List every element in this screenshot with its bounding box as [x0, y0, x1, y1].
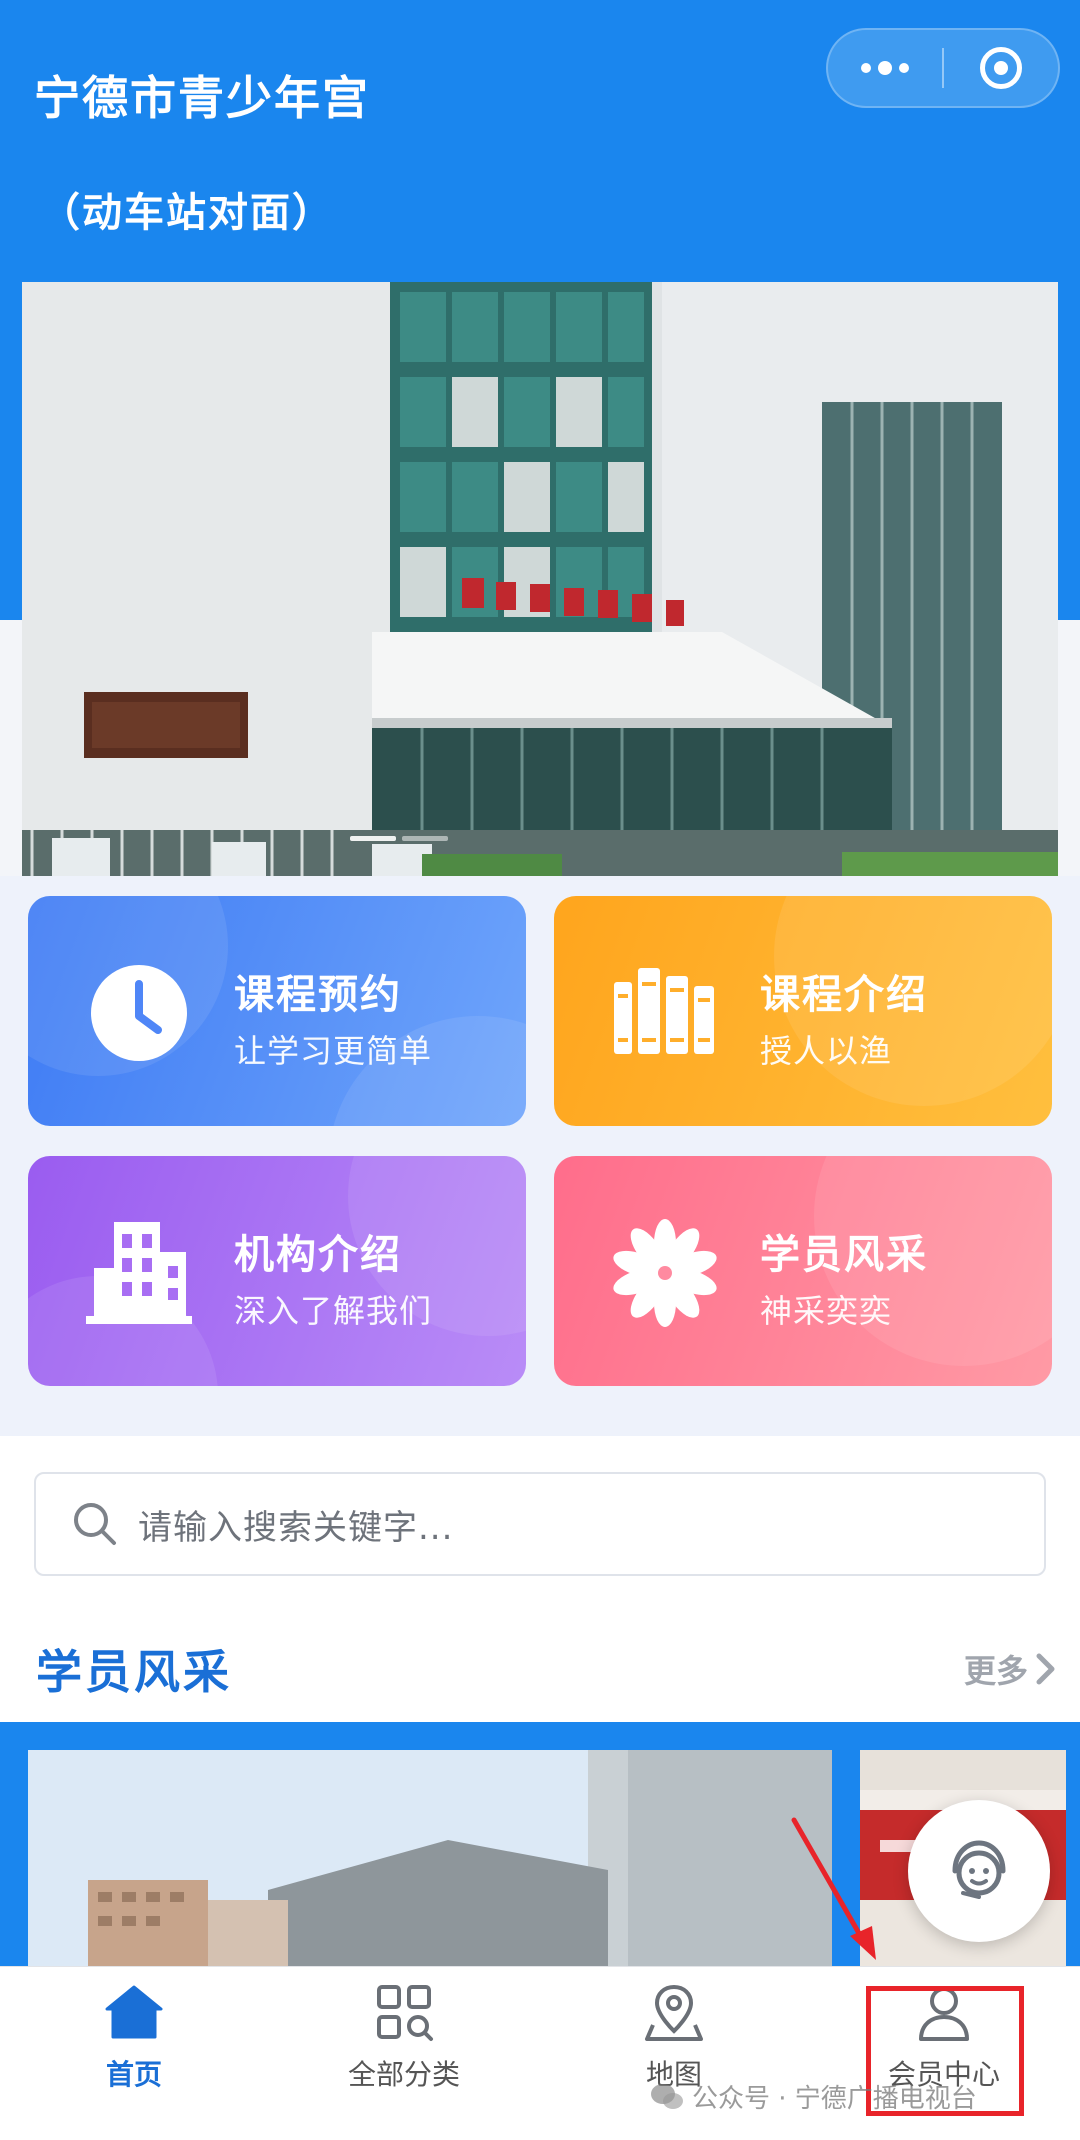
- customer-service-button[interactable]: [908, 1800, 1050, 1942]
- watermark: 公众号 · 宁德广播电视台: [650, 2078, 977, 2115]
- showcase-building-photo: [28, 1750, 832, 1970]
- card-title: 机构介绍: [234, 1232, 402, 1278]
- card-title: 课程介绍: [760, 972, 928, 1018]
- target-close-icon: [980, 47, 1022, 89]
- building-icon: [86, 1222, 192, 1324]
- page-title: 宁德市青少年宫: [34, 71, 370, 125]
- card-subtitle: 让学习更简单: [234, 1032, 433, 1070]
- banner-image[interactable]: [22, 282, 1058, 876]
- annotation-arrow: [791, 1817, 876, 1960]
- card-title: 课程预约: [234, 972, 402, 1018]
- chevron-right-icon: [1036, 1653, 1055, 1685]
- search-icon: [74, 1503, 116, 1545]
- more-button[interactable]: [828, 30, 942, 106]
- institution-intro-card[interactable]: 机构介绍 深入了解我们: [28, 1156, 526, 1386]
- card-subtitle: 深入了解我们: [234, 1292, 433, 1330]
- card-subtitle: 神采奕奕: [760, 1292, 893, 1330]
- more-label: 更多: [963, 1652, 1028, 1690]
- search-placeholder: 请输入搜索关键字...: [138, 1507, 454, 1548]
- category-grid-icon: [377, 1985, 433, 2041]
- page-subtitle: （动车站对面）: [40, 190, 334, 236]
- showcase-photo[interactable]: [28, 1750, 832, 1970]
- tab-label: 首页: [105, 2058, 162, 2091]
- wechat-icon: [651, 2083, 683, 2109]
- watermark-text: 公众号 · 宁德广播电视台: [692, 2084, 977, 2114]
- headset-icon: [952, 1840, 1006, 1899]
- card-subtitle: 授人以渔: [760, 1032, 893, 1070]
- tab-all-categories[interactable]: 全部分类: [304, 1981, 504, 2121]
- close-button[interactable]: [944, 30, 1058, 106]
- clock-icon: [91, 965, 187, 1061]
- course-booking-card[interactable]: 课程预约 让学习更简单: [28, 896, 526, 1126]
- more-link[interactable]: 更多: [964, 1646, 1058, 1692]
- mini-program-capsule: [826, 28, 1060, 108]
- flower-icon: [613, 1219, 717, 1327]
- search-input[interactable]: 请输入搜索关键字...: [34, 1472, 1046, 1576]
- tab-home[interactable]: 首页: [34, 1981, 234, 2121]
- student-showcase-card[interactable]: 学员风采 神采奕奕: [554, 1156, 1052, 1386]
- more-dots-icon: [861, 61, 909, 75]
- map-pin-icon: [645, 1984, 703, 2041]
- course-intro-card[interactable]: 课程介绍 授人以渔: [554, 896, 1052, 1126]
- home-icon: [105, 1985, 163, 2039]
- card-title: 学员风采: [760, 1232, 928, 1278]
- section-title: 学员风采: [36, 1645, 232, 1699]
- tab-label: 全部分类: [347, 2058, 460, 2091]
- books-icon: [614, 968, 714, 1054]
- building-photo: [22, 282, 1058, 876]
